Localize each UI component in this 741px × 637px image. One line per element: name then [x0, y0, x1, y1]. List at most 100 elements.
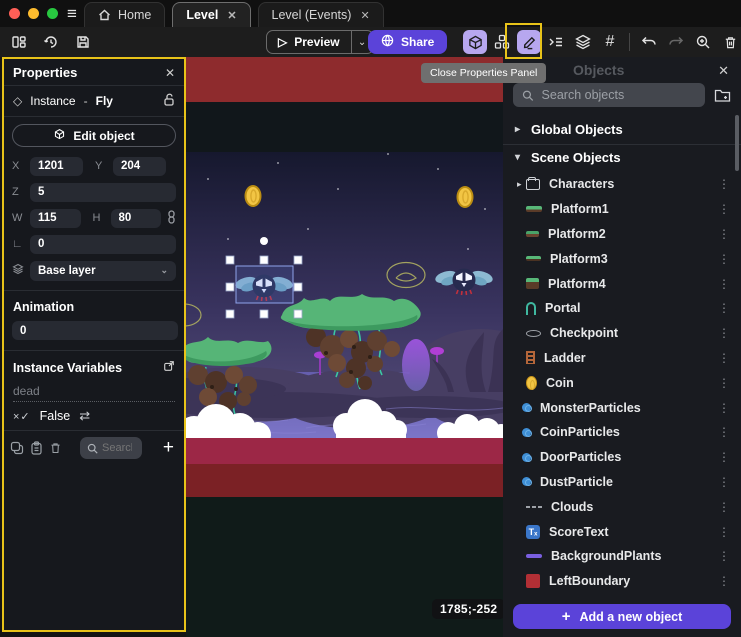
layer-select[interactable]: Base layer ⌄ [30, 261, 176, 281]
edit-object-icon [53, 128, 66, 144]
object-menu-icon[interactable]: ⋮ [718, 177, 741, 191]
coin-instance-2[interactable] [458, 187, 473, 207]
objects-scrollbar[interactable] [735, 115, 739, 171]
grid-icon[interactable]: # [598, 30, 622, 54]
object-list-item[interactable]: Coin ⋮ [503, 370, 741, 395]
object-menu-icon[interactable]: ⋮ [718, 450, 741, 464]
maximize-window-button[interactable] [47, 8, 58, 19]
tab-home[interactable]: Home [84, 2, 165, 27]
coin-instance-1[interactable] [246, 186, 261, 206]
edit-properties-icon[interactable] [517, 30, 541, 54]
tab-level-close-icon[interactable]: ✕ [225, 9, 236, 22]
object-list-item[interactable]: CoinParticles ⋮ [503, 420, 741, 445]
object-menu-icon[interactable]: ⋮ [718, 227, 741, 241]
tab-level-events-close-icon[interactable]: ✕ [358, 9, 369, 22]
unlock-icon[interactable] [163, 93, 175, 109]
window-controls[interactable] [9, 8, 58, 19]
toggle-panels-icon[interactable] [7, 30, 31, 54]
save-icon[interactable] [71, 30, 95, 54]
delete-variable-icon[interactable] [49, 441, 62, 455]
object-menu-icon[interactable]: ⋮ [718, 525, 741, 539]
object-thumbnail-icon [526, 256, 541, 261]
z-field[interactable] [30, 183, 176, 202]
object-list-item[interactable]: DoorParticles ⋮ [503, 445, 741, 470]
copy-icon[interactable] [10, 441, 24, 455]
properties-close-icon[interactable]: ✕ [165, 66, 175, 80]
rotation-handle[interactable] [260, 237, 268, 245]
object-list-item[interactable]: MonsterParticles ⋮ [503, 395, 741, 420]
variable-toggle-icon[interactable]: ⇄ [79, 408, 90, 424]
scene-objects-group[interactable]: ▾ Scene Objects [503, 145, 741, 170]
main-menu-icon[interactable]: ≡ [61, 2, 83, 26]
delete-icon[interactable] [718, 30, 741, 54]
close-window-button[interactable] [9, 8, 20, 19]
caret-down-icon: ▾ [515, 152, 523, 163]
object-menu-icon[interactable]: ⋮ [718, 252, 741, 266]
objects-search-input[interactable] [542, 88, 696, 102]
object-list-item[interactable]: Platform4 ⋮ [503, 271, 741, 296]
angle-field[interactable] [30, 235, 176, 254]
variable-type-icon[interactable]: ×✓ [13, 410, 31, 423]
variables-search-input[interactable] [102, 442, 132, 454]
object-menu-icon[interactable]: ⋮ [718, 401, 741, 415]
paste-icon[interactable] [30, 441, 43, 455]
history-icon[interactable] [39, 30, 63, 54]
zoom-in-icon[interactable] [691, 30, 715, 54]
x-field[interactable] [30, 157, 83, 176]
object-list-item[interactable]: BackgroundPlants ⋮ [503, 544, 741, 569]
object-list-item[interactable]: Portal ⋮ [503, 296, 741, 321]
object-list-item[interactable]: Checkpoint ⋮ [503, 321, 741, 346]
undo-icon[interactable] [637, 30, 661, 54]
object-list-item[interactable]: ScoreText ⋮ [503, 519, 741, 544]
objects-search[interactable] [513, 83, 705, 107]
open-variables-icon[interactable] [163, 360, 175, 375]
add-new-object-button[interactable]: + Add a new object [513, 604, 731, 629]
object-list-item[interactable]: Platform3 ⋮ [503, 246, 741, 271]
object-list-item[interactable]: Clouds ⋮ [503, 494, 741, 519]
object-groups-icon[interactable] [490, 30, 514, 54]
width-field[interactable] [30, 209, 81, 228]
object-menu-icon[interactable]: ⋮ [718, 425, 741, 439]
add-variable-button[interactable]: + [163, 440, 178, 456]
edit-object-button[interactable]: Edit object [12, 124, 176, 147]
y-field[interactable] [113, 157, 166, 176]
object-menu-icon[interactable]: ⋮ [718, 301, 741, 315]
objects-panel-close-icon[interactable]: ✕ [718, 63, 729, 79]
add-folder-icon[interactable] [714, 88, 731, 103]
animation-field[interactable] [12, 321, 178, 340]
variable-value[interactable]: False [40, 409, 71, 423]
instances-list-icon[interactable] [544, 30, 568, 54]
object-menu-icon[interactable]: ⋮ [718, 326, 741, 340]
object-list-item[interactable]: Ladder ⋮ [503, 346, 741, 371]
height-field[interactable] [111, 209, 162, 228]
object-menu-icon[interactable]: ⋮ [718, 549, 741, 563]
minimize-window-button[interactable] [28, 8, 39, 19]
layers-icon[interactable] [571, 30, 595, 54]
lock-ratio-icon[interactable] [167, 210, 176, 227]
variables-search[interactable] [80, 437, 142, 459]
object-menu-icon[interactable]: ⋮ [718, 277, 741, 291]
add-new-object-label: Add a new object [579, 610, 682, 624]
global-objects-group[interactable]: ▸ Global Objects [503, 117, 741, 142]
redo-icon[interactable] [664, 30, 688, 54]
share-button[interactable]: Share [368, 30, 447, 54]
object-menu-icon[interactable]: ⋮ [718, 351, 741, 365]
object-menu-icon[interactable]: ⋮ [718, 500, 741, 514]
object-list-item[interactable]: DustParticle ⋮ [503, 470, 741, 495]
view-3d-icon[interactable] [463, 30, 487, 54]
object-list-item[interactable]: LeftBoundary ⋮ [503, 569, 741, 594]
object-menu-icon[interactable]: ⋮ [718, 574, 741, 588]
tab-level[interactable]: Level ✕ [172, 2, 250, 27]
object-list-item[interactable]: Platform2 ⋮ [503, 222, 741, 247]
preview-button[interactable]: ▷ Preview ⌄ [266, 30, 374, 54]
object-list-item[interactable]: ▸ Characters ⋮ [503, 172, 741, 197]
scene-canvas[interactable]: 1785;-252 [186, 57, 503, 637]
object-list-item[interactable]: Platform1 ⋮ [503, 197, 741, 222]
instance-variables-title: Instance Variables [13, 361, 122, 375]
variable-name[interactable]: dead [13, 384, 175, 402]
tab-level-events[interactable]: Level (Events) ✕ [258, 2, 384, 27]
object-menu-icon[interactable]: ⋮ [718, 202, 741, 216]
cursor-coordinates: 1785;-252 [432, 599, 505, 619]
object-menu-icon[interactable]: ⋮ [718, 376, 741, 390]
object-menu-icon[interactable]: ⋮ [718, 475, 741, 489]
